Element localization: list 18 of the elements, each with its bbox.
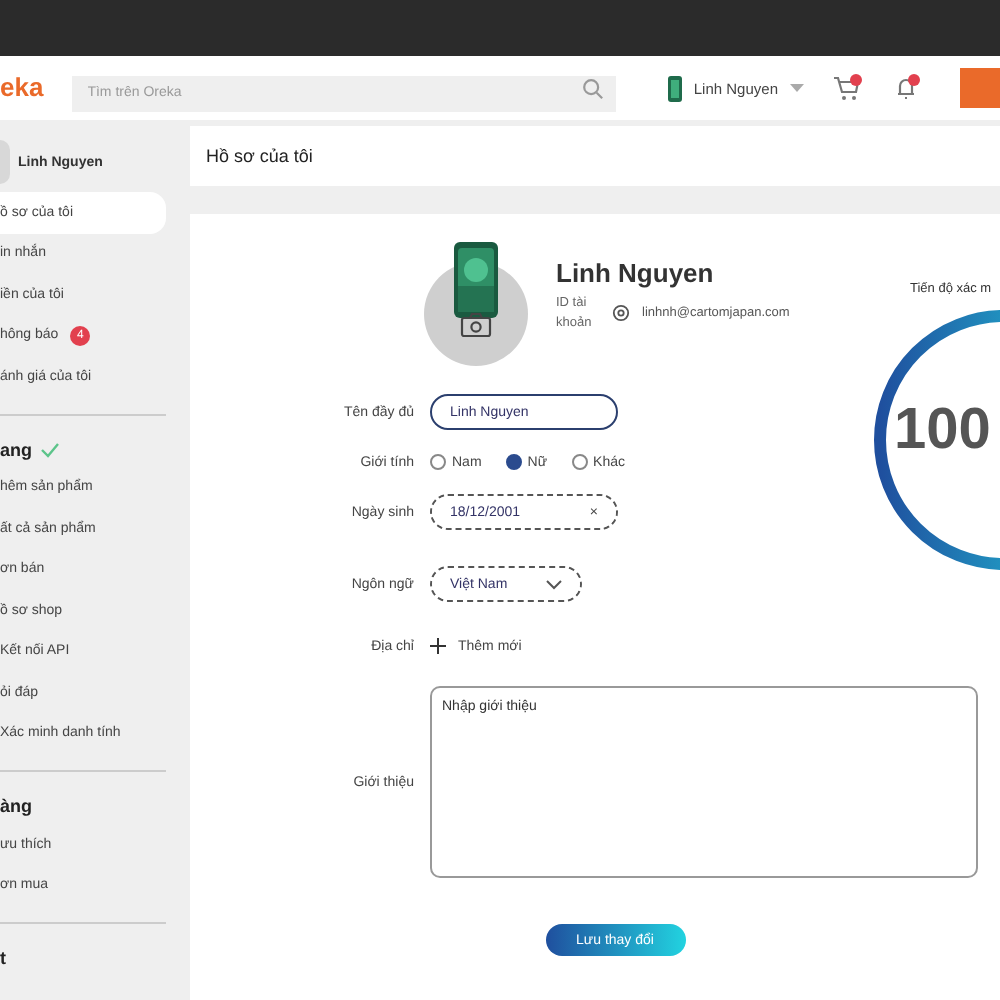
camera-icon[interactable] [460,312,492,338]
section-title: àng [0,796,33,816]
phone-icon [667,75,682,101]
profile-name: Linh Nguyen [556,258,716,288]
section-title: ang [0,439,33,459]
section-title: t [0,948,6,968]
cart-icon[interactable] [832,74,864,102]
bell-icon[interactable] [892,74,924,102]
progress-value: 100 [894,398,991,464]
plus-icon [430,638,446,654]
radio-button[interactable] [430,454,446,470]
page-title: Hồ sơ của tôi [206,146,313,166]
radio-button[interactable] [571,454,588,470]
chevron-icon [546,579,562,589]
caret-icon[interactable] [790,83,804,93]
email-icon [612,304,630,323]
radio-button[interactable] [505,454,522,470]
search-icon[interactable] [581,78,604,100]
